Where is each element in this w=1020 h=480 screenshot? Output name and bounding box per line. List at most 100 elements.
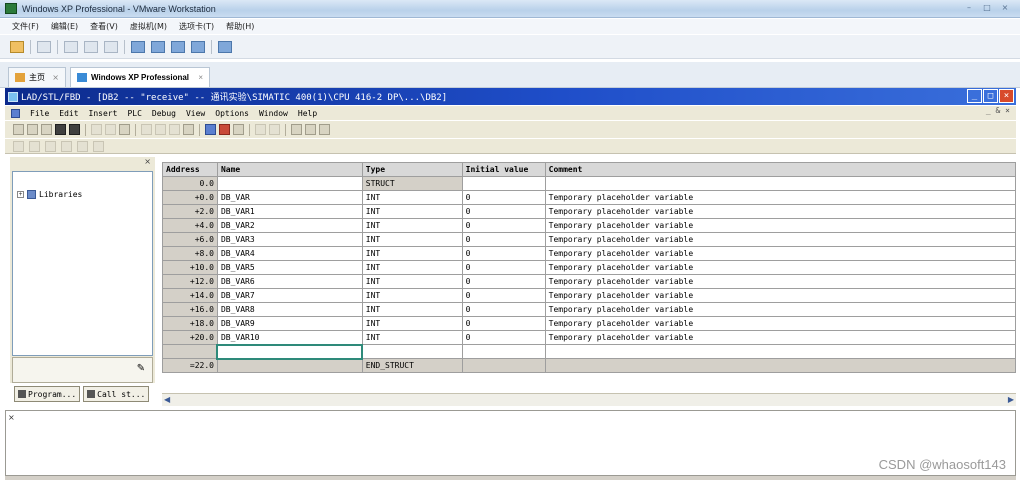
initial-value-cell[interactable] [461,344,546,359]
initial-value-cell[interactable]: 0 [461,302,546,317]
type-cell[interactable]: INT [361,232,463,247]
panel-close-icon[interactable]: × [8,413,15,422]
overview-icon[interactable] [291,124,302,135]
monitor-icon[interactable] [183,124,194,135]
type-cell[interactable]: INT [361,204,463,219]
s7-menu-edit[interactable]: Edit [59,109,78,118]
type-cell[interactable]: INT [361,190,463,205]
s7-close-button[interactable]: × [999,89,1014,103]
undo-icon[interactable] [141,124,152,135]
s7-minimize-button[interactable]: _ [967,89,982,103]
power-icon[interactable] [10,40,24,53]
table-row[interactable]: +18.0 DB_VAR9 INT 0 Temporary placeholde… [162,316,1017,331]
name-cell[interactable]: DB_VAR1 [216,204,363,219]
pane-settings-icon[interactable]: ✎ [134,362,148,376]
initial-value-cell[interactable]: 0 [461,316,546,331]
initial-value-cell[interactable] [461,176,546,191]
type-cell[interactable] [361,344,463,359]
navigate-back-icon[interactable] [255,124,266,135]
name-cell[interactable]: DB_VAR8 [216,302,363,317]
name-cell[interactable]: DB_VAR3 [216,232,363,247]
comment-cell[interactable]: Temporary placeholder variable [544,190,1017,205]
type-cell[interactable]: STRUCT [361,176,463,191]
name-cell[interactable]: DB_VAR [216,190,363,205]
context-help-icon[interactable] [319,124,330,135]
s7-menu-insert[interactable]: Insert [89,109,118,118]
document-window-controls[interactable]: _ & × [986,106,1010,115]
library-view-icon[interactable] [131,40,145,53]
menu-vm[interactable]: 虚拟机(M) [130,21,167,32]
menu-file[interactable]: 文件(F) [12,21,39,32]
menu-help[interactable]: 帮助(H) [226,21,254,32]
initial-value-cell[interactable]: 0 [461,246,546,261]
network-icon[interactable] [205,124,216,135]
comment-cell[interactable] [544,176,1017,191]
name-cell[interactable]: DB_VAR4 [216,246,363,261]
print-icon[interactable] [69,124,80,135]
type-cell[interactable]: INT [361,302,463,317]
tab-windows-xp[interactable]: Windows XP Professional × [70,67,210,87]
type-cell[interactable]: INT [361,274,463,289]
redo-icon[interactable] [155,124,166,135]
type-cell[interactable]: INT [361,246,463,261]
initial-value-cell[interactable]: 0 [461,204,546,219]
comment-cell[interactable]: Temporary placeholder variable [544,316,1017,331]
save-icon[interactable] [55,124,66,135]
open-icon[interactable] [27,124,38,135]
module-info-icon[interactable] [233,124,244,135]
column-header-initial-value[interactable]: Initial value [461,162,546,177]
details-icon[interactable] [305,124,316,135]
copy-icon[interactable] [105,124,116,135]
struct-row[interactable]: 0.0 STRUCT [162,176,1017,191]
table-row[interactable]: +10.0 DB_VAR5 INT 0 Temporary placeholde… [162,260,1017,275]
comment-cell[interactable]: Temporary placeholder variable [544,288,1017,303]
arrow-icon[interactable] [61,140,72,152]
comment-cell[interactable]: Temporary placeholder variable [544,330,1017,345]
table-row-empty[interactable] [162,343,1017,360]
table-row[interactable]: +8.0 DB_VAR4 INT 0 Temporary placeholder… [162,246,1017,261]
table-row[interactable]: +12.0 DB_VAR6 INT 0 Temporary placeholde… [162,274,1017,289]
comment-cell[interactable]: Temporary placeholder variable [544,218,1017,233]
comment-cell[interactable]: Temporary placeholder variable [544,204,1017,219]
thumbnail-view-icon[interactable] [151,40,165,53]
horizontal-scrollbar[interactable]: ◀ ▶ [162,393,1016,406]
scroll-right-icon[interactable]: ▶ [1008,395,1014,404]
initial-value-cell[interactable]: 0 [461,260,546,275]
revert-snapshot-icon[interactable] [84,40,98,53]
menu-view[interactable]: 查看(V) [90,21,118,32]
tab-call-structure[interactable]: Call st... [83,386,150,402]
column-header-name[interactable]: Name [216,162,363,177]
network-insert-icon[interactable] [13,140,24,152]
s7-menu-options[interactable]: Options [215,109,249,118]
type-cell[interactable]: INT [361,218,463,233]
type-cell[interactable]: INT [361,316,463,331]
close-button[interactable]: × [998,3,1012,14]
s7-menu-view[interactable]: View [186,109,205,118]
coil-icon[interactable] [93,140,104,152]
tab-home[interactable]: 主页 × [8,67,66,87]
type-cell[interactable]: INT [361,330,463,345]
console-view-icon[interactable] [218,40,232,53]
cut-icon[interactable] [91,124,102,135]
comment-cell[interactable]: Temporary placeholder variable [544,246,1017,261]
full-screen-icon[interactable] [171,40,185,53]
table-row[interactable]: +20.0 DB_VAR10 INT 0 Temporary placehold… [162,330,1017,345]
s7-menu-debug[interactable]: Debug [152,109,176,118]
contact-icon[interactable] [29,140,40,152]
table-row[interactable]: +4.0 DB_VAR2 INT 0 Temporary placeholder… [162,218,1017,233]
box-icon[interactable] [77,140,88,152]
new-icon[interactable] [13,124,24,135]
initial-value-cell[interactable]: 0 [461,330,546,345]
initial-value-cell[interactable]: 0 [461,218,546,233]
name-cell[interactable]: DB_VAR7 [216,288,363,303]
send-keys-icon[interactable] [37,40,51,53]
comment-cell[interactable]: Temporary placeholder variable [544,260,1017,275]
minimize-button[interactable]: – [962,3,976,14]
comment-cell[interactable] [544,344,1017,359]
name-cell[interactable] [216,176,363,191]
table-row[interactable]: +2.0 DB_VAR1 INT 0 Temporary placeholder… [162,204,1017,219]
table-row[interactable]: +6.0 DB_VAR3 INT 0 Temporary placeholder… [162,232,1017,247]
branch-icon[interactable] [45,140,56,152]
name-cell[interactable]: DB_VAR5 [216,260,363,275]
table-row[interactable]: +0.0 DB_VAR INT 0 Temporary placeholder … [162,190,1017,205]
